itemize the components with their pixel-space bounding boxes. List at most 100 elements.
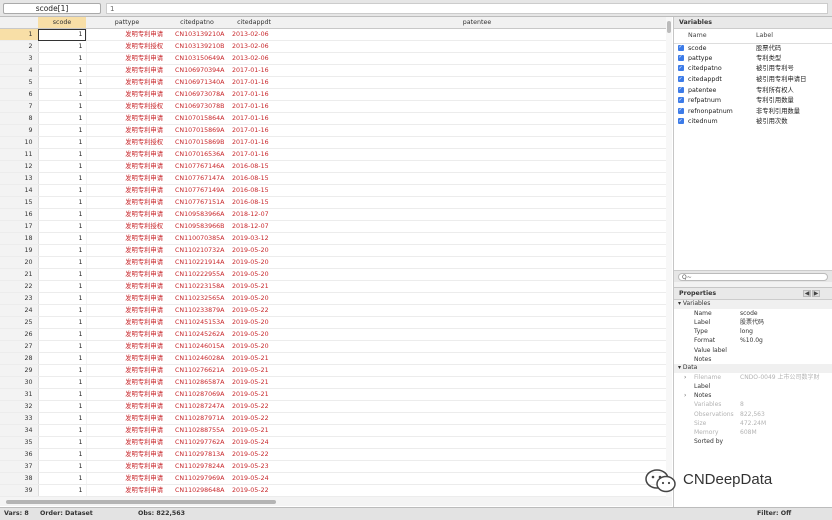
table-row[interactable]: 7 1 发明专利授权 CN106973078B 2017-01-16 bbox=[0, 100, 672, 114]
row-number[interactable]: 7 bbox=[0, 100, 39, 114]
variable-name[interactable]: citednum bbox=[688, 117, 756, 128]
cell-patentee[interactable] bbox=[282, 160, 672, 174]
row-number[interactable]: 29 bbox=[0, 364, 39, 378]
label-col-header[interactable]: Label bbox=[756, 29, 832, 44]
variable-name[interactable]: refpatnum bbox=[688, 96, 756, 107]
cell-pattype[interactable]: 发明专利授权 bbox=[86, 40, 168, 54]
row-number[interactable]: 26 bbox=[0, 328, 39, 342]
col-header-citedpatno[interactable]: citedpatno bbox=[168, 17, 226, 30]
cell-pattype[interactable]: 发明专利申请 bbox=[86, 256, 168, 270]
table-row[interactable]: 9 1 发明专利申请 CN107015869A 2017-01-16 bbox=[0, 124, 672, 138]
cell-pattype[interactable]: 发明专利申请 bbox=[86, 88, 168, 102]
variable-checkbox[interactable] bbox=[674, 96, 688, 107]
cell-pattype[interactable]: 发明专利申请 bbox=[86, 124, 168, 138]
cell-citedappdt[interactable]: 2019-05-20 bbox=[226, 316, 282, 330]
cell-citedappdt[interactable]: 2017-01-16 bbox=[226, 88, 282, 102]
cell-citedpatno[interactable]: CN107015869B bbox=[168, 136, 226, 150]
cell-scode[interactable]: 1 bbox=[38, 472, 87, 486]
cell-citedpatno[interactable]: CN107015869A bbox=[168, 124, 226, 138]
name-col-header[interactable]: Name bbox=[688, 29, 756, 44]
cell-scode[interactable]: 1 bbox=[38, 460, 87, 474]
variable-row[interactable]: citednum被引用次数 bbox=[674, 117, 832, 128]
cell-citedappdt[interactable]: 2018-12-07 bbox=[226, 220, 282, 234]
cell-scode[interactable]: 1 bbox=[38, 316, 87, 330]
property-value[interactable] bbox=[740, 437, 832, 446]
checkbox-checked-icon[interactable] bbox=[678, 64, 684, 73]
cell-citedappdt[interactable]: 2017-01-16 bbox=[226, 148, 282, 162]
table-row[interactable]: 32 1 发明专利申请 CN110287247A 2019-05-22 bbox=[0, 400, 672, 414]
cell-pattype[interactable]: 发明专利申请 bbox=[86, 328, 168, 342]
cell-citedpatno[interactable]: CN110297813A bbox=[168, 448, 226, 462]
cell-citedappdt[interactable]: 2016-08-15 bbox=[226, 196, 282, 210]
cell-scode[interactable]: 1 bbox=[38, 376, 87, 390]
table-row[interactable]: 39 1 发明专利申请 CN110298648A 2019-05-22 bbox=[0, 484, 672, 497]
table-row[interactable]: 34 1 发明专利申请 CN110288755A 2019-05-21 bbox=[0, 424, 672, 438]
cell-scode[interactable]: 1 bbox=[38, 388, 87, 402]
table-row[interactable]: 31 1 发明专利申请 CN110287069A 2019-05-21 bbox=[0, 388, 672, 402]
variable-checkbox[interactable] bbox=[674, 117, 688, 128]
row-number[interactable]: 21 bbox=[0, 268, 39, 282]
cell-scode[interactable]: 1 bbox=[38, 160, 87, 174]
row-number[interactable]: 24 bbox=[0, 304, 39, 318]
row-number[interactable]: 32 bbox=[0, 400, 39, 414]
property-value[interactable] bbox=[740, 391, 832, 400]
variable-checkbox[interactable] bbox=[674, 107, 688, 118]
col-header-patentee[interactable]: patentee bbox=[282, 17, 672, 30]
cell-scode[interactable]: 1 bbox=[38, 436, 87, 450]
cell-pattype[interactable]: 发明专利申请 bbox=[86, 148, 168, 162]
variable-label[interactable]: 非专利引用数量 bbox=[756, 107, 832, 118]
table-row[interactable]: 17 1 发明专利授权 CN109583966B 2018-12-07 bbox=[0, 220, 672, 234]
variable-label[interactable]: 专利所有权人 bbox=[756, 85, 832, 96]
property-value[interactable]: long bbox=[740, 327, 832, 336]
checkbox-checked-icon[interactable] bbox=[678, 43, 684, 52]
cell-citedpatno[interactable]: CN109583966B bbox=[168, 220, 226, 234]
cell-citedappdt[interactable]: 2013-02-06 bbox=[226, 40, 282, 54]
cell-scode[interactable]: 1 bbox=[38, 400, 87, 414]
cell-scode[interactable]: 1 bbox=[38, 352, 87, 366]
property-row[interactable]: Value label bbox=[674, 346, 832, 355]
variable-name[interactable]: citedpatno bbox=[688, 64, 756, 75]
cell-scode[interactable]: 1 bbox=[38, 292, 87, 306]
cell-patentee[interactable] bbox=[282, 400, 672, 414]
property-row[interactable]: Observations 822,563 bbox=[674, 409, 832, 418]
row-number[interactable]: 37 bbox=[0, 460, 39, 474]
table-row[interactable]: 30 1 发明专利申请 CN110286587A 2019-05-21 bbox=[0, 376, 672, 390]
cell-patentee[interactable] bbox=[282, 316, 672, 330]
cell-citedpatno[interactable]: CN110223158A bbox=[168, 280, 226, 294]
variables-search-input[interactable]: Q~ bbox=[678, 273, 828, 281]
cell-citedpatno[interactable]: CN107767151A bbox=[168, 196, 226, 210]
cell-citedappdt[interactable]: 2013-02-06 bbox=[226, 52, 282, 66]
cell-patentee[interactable] bbox=[282, 52, 672, 66]
cell-pattype[interactable]: 发明专利申请 bbox=[86, 436, 168, 450]
variable-checkbox[interactable] bbox=[674, 75, 688, 86]
cell-patentee[interactable] bbox=[282, 268, 672, 282]
cell-citedpatno[interactable]: CN110245153A bbox=[168, 316, 226, 330]
table-row[interactable]: 27 1 发明专利申请 CN110246015A 2019-05-20 bbox=[0, 340, 672, 354]
property-value[interactable]: 822,563 bbox=[740, 409, 832, 418]
cell-pattype[interactable]: 发明专利申请 bbox=[86, 208, 168, 222]
cell-citedappdt[interactable]: 2017-01-16 bbox=[226, 64, 282, 78]
cell-scode[interactable]: 1 bbox=[38, 280, 87, 294]
table-row[interactable]: 2 1 发明专利授权 CN103139210B 2013-02-06 bbox=[0, 40, 672, 54]
cell-citedpatno[interactable]: CN110222955A bbox=[168, 268, 226, 282]
property-value[interactable]: scode bbox=[740, 309, 832, 318]
variable-row[interactable]: citedappdt被引用专利申请日 bbox=[674, 75, 832, 86]
cell-citedpatno[interactable]: CN103139210B bbox=[168, 40, 226, 54]
cell-pattype[interactable]: 发明专利申请 bbox=[86, 280, 168, 294]
cell-pattype[interactable]: 发明专利申请 bbox=[86, 160, 168, 174]
cell-patentee[interactable] bbox=[282, 436, 672, 450]
col-header-citedappdt[interactable]: citedappdt bbox=[226, 17, 282, 30]
cell-pattype[interactable]: 发明专利申请 bbox=[86, 172, 168, 186]
cell-scode[interactable]: 1 bbox=[38, 268, 87, 282]
cell-value-input[interactable]: 1 bbox=[106, 3, 828, 14]
row-number[interactable]: 3 bbox=[0, 52, 39, 66]
table-row[interactable]: 19 1 发明专利申请 CN110210732A 2019-05-20 bbox=[0, 244, 672, 258]
row-number[interactable]: 18 bbox=[0, 232, 39, 246]
variable-name[interactable]: refnonpatnum bbox=[688, 107, 756, 118]
cell-citedappdt[interactable]: 2019-05-22 bbox=[226, 412, 282, 426]
variable-label[interactable]: 被引用专利号 bbox=[756, 64, 832, 75]
cell-citedpatno[interactable]: CN110287247A bbox=[168, 400, 226, 414]
cell-pattype[interactable]: 发明专利申请 bbox=[86, 292, 168, 306]
table-row[interactable]: 36 1 发明专利申请 CN110297813A 2019-05-22 bbox=[0, 448, 672, 462]
cell-citedappdt[interactable]: 2019-05-21 bbox=[226, 364, 282, 378]
